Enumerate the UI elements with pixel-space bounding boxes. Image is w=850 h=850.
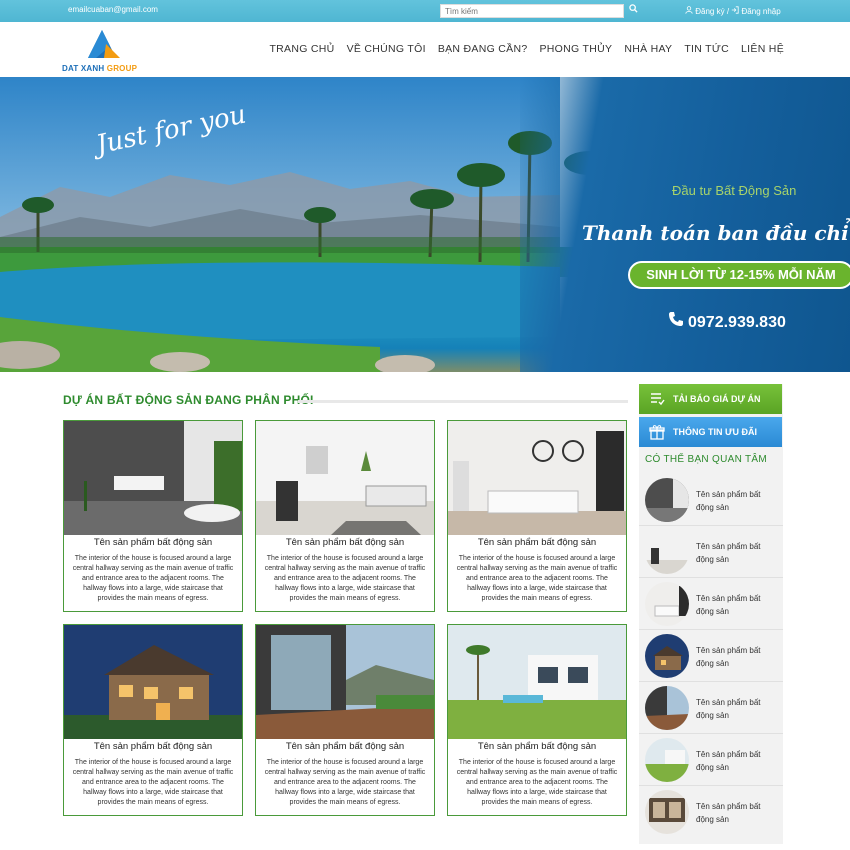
product-name[interactable]: Tên sản phẩm bất động sản bbox=[64, 741, 242, 752]
user-icon bbox=[685, 6, 693, 14]
login-icon bbox=[732, 6, 739, 14]
download-price-label: TẢI BÁO GIÁ DỰ ÁN bbox=[673, 394, 761, 404]
main-nav: TRANG CHỦ VỀ CHÚNG TÔI BẠN ĐANG CẦN? PHO… bbox=[257, 43, 784, 55]
banner-invest-text: Đầu tư Bất Động Sản bbox=[672, 183, 797, 198]
product-card[interactable]: Tên sản phẩm bất động sản The interior o… bbox=[255, 624, 435, 816]
sidebar-product-name: Tên sản phẩm bất động sản bbox=[696, 646, 761, 668]
product-name[interactable]: Tên sản phẩm bất động sản bbox=[64, 537, 242, 548]
sidebar-thumb bbox=[645, 478, 689, 522]
sidebar-product-item[interactable]: Tên sản phẩm bất động sản bbox=[639, 682, 783, 734]
download-price-button[interactable]: TẢI BÁO GIÁ DỰ ÁN bbox=[639, 384, 782, 414]
sidebar-product-name: Tên sản phẩm bất động sản bbox=[696, 802, 761, 824]
search-input[interactable] bbox=[440, 4, 624, 18]
logo-brand-main: DAT XANH bbox=[62, 64, 105, 73]
product-description: The interior of the house is focused aro… bbox=[264, 555, 426, 602]
product-name[interactable]: Tên sản phẩm bất động sản bbox=[448, 741, 626, 752]
list-icon bbox=[651, 393, 665, 406]
auth-separator: / bbox=[726, 7, 730, 16]
product-card[interactable]: Tên sản phẩm bất động sản The interior o… bbox=[63, 420, 243, 612]
offer-info-button[interactable]: THÔNG TIN ƯU ĐÃI bbox=[639, 417, 782, 447]
banner-profit-badge: SINH LỜI TỪ 12-15% MỖI NĂM bbox=[628, 261, 850, 289]
sidebar-product-item[interactable]: Tên sản phẩm bất động sản bbox=[639, 630, 783, 682]
logo-brand-sub: GROUP bbox=[104, 64, 138, 73]
logo[interactable]: DAT XANH GROUP bbox=[62, 28, 142, 74]
nav-news[interactable]: TIN TỨC bbox=[684, 43, 729, 55]
product-image bbox=[448, 625, 626, 739]
sidebar-product-name: Tên sản phẩm bất động sản bbox=[696, 750, 761, 772]
sidebar-product-item[interactable]: Tên sản phẩm bất động sản bbox=[639, 526, 783, 578]
sidebar-product-name: Tên sản phẩm bất động sản bbox=[696, 490, 761, 512]
product-image bbox=[256, 625, 434, 739]
sidebar-product-item[interactable]: Tên sản phẩm bất động sản bbox=[639, 578, 783, 630]
banner-phone[interactable]: 0972.939.830 bbox=[668, 311, 786, 332]
search-icon bbox=[628, 4, 638, 13]
logo-text: DAT XANH GROUP bbox=[62, 64, 137, 73]
product-image bbox=[64, 421, 242, 535]
sidebar-product-item[interactable]: Tên sản phẩm bất động sản bbox=[639, 474, 783, 526]
product-description: The interior of the house is focused aro… bbox=[264, 759, 426, 806]
login-link[interactable]: Đăng nhập bbox=[742, 7, 781, 16]
sidebar-title: CÓ THỂ BẠN QUAN TÂM bbox=[645, 454, 768, 465]
phone-icon bbox=[669, 312, 683, 326]
gift-icon bbox=[649, 425, 665, 440]
site-header: DAT XANH GROUP TRANG CHỦ VỀ CHÚNG TÔI BẠ… bbox=[0, 22, 850, 77]
product-description: The interior of the house is focused aro… bbox=[456, 759, 618, 806]
banner-payment-text: Thanh toán ban đầu chỉ 500 tr bbox=[582, 221, 850, 245]
logo-mark-icon bbox=[88, 30, 120, 58]
product-name[interactable]: Tên sản phẩm bất động sản bbox=[256, 537, 434, 548]
section-title: DỰ ÁN BẤT ĐỘNG SẢN ĐANG PHÂN PHỐI bbox=[63, 393, 314, 407]
sidebar-product-name: Tên sản phẩm bất động sản bbox=[696, 698, 761, 720]
sidebar-thumb bbox=[645, 530, 689, 574]
product-card[interactable]: Tên sản phẩm bất động sản The interior o… bbox=[255, 420, 435, 612]
sidebar-thumb bbox=[645, 582, 689, 626]
nav-home[interactable]: TRANG CHỦ bbox=[269, 43, 334, 55]
product-name[interactable]: Tên sản phẩm bất động sản bbox=[256, 741, 434, 752]
hero-banner[interactable]: Just for you Đầu tư Bất Động Sản Thanh t… bbox=[0, 77, 850, 372]
sidebar-thumb bbox=[645, 738, 689, 782]
contact-email[interactable]: emailcuaban@gmail.com bbox=[68, 5, 158, 14]
nav-fengshui[interactable]: PHONG THỦY bbox=[540, 43, 613, 55]
sidebar-product-name: Tên sản phẩm bất động sản bbox=[696, 542, 761, 564]
product-image bbox=[448, 421, 626, 535]
nav-houses[interactable]: NHÀ HAY bbox=[624, 43, 672, 55]
sidebar: TẢI BÁO GIÁ DỰ ÁN THÔNG TIN ƯU ĐÃI CÓ TH… bbox=[639, 384, 783, 844]
product-image bbox=[64, 625, 242, 739]
product-description: The interior of the house is focused aro… bbox=[72, 759, 234, 806]
product-description: The interior of the house is focused aro… bbox=[72, 555, 234, 602]
sidebar-product-name: Tên sản phẩm bất động sản bbox=[696, 594, 761, 616]
sidebar-thumb bbox=[645, 790, 689, 834]
sidebar-product-item[interactable]: Tên sản phẩm bất động sản bbox=[639, 786, 783, 838]
search-button[interactable] bbox=[626, 4, 640, 18]
nav-about[interactable]: VỀ CHÚNG TÔI bbox=[347, 43, 426, 55]
product-card[interactable]: Tên sản phẩm bất động sản The interior o… bbox=[447, 624, 627, 816]
top-bar: emailcuaban@gmail.com Đăng ký / Đăng nhậ… bbox=[0, 0, 850, 22]
offer-info-label: THÔNG TIN ƯU ĐÃI bbox=[673, 427, 757, 437]
product-card[interactable]: Tên sản phẩm bất động sản The interior o… bbox=[447, 420, 627, 612]
sidebar-product-item[interactable]: Tên sản phẩm bất động sản bbox=[639, 734, 783, 786]
banner-phone-number: 0972.939.830 bbox=[688, 314, 786, 331]
register-link[interactable]: Đăng ký bbox=[695, 7, 724, 16]
sidebar-thumb bbox=[645, 686, 689, 730]
product-image bbox=[256, 421, 434, 535]
sidebar-thumb bbox=[645, 634, 689, 678]
nav-contact[interactable]: LIÊN HỆ bbox=[741, 43, 784, 55]
product-description: The interior of the house is focused aro… bbox=[456, 555, 618, 602]
product-name[interactable]: Tên sản phẩm bất động sản bbox=[448, 537, 626, 548]
auth-links: Đăng ký / Đăng nhập bbox=[685, 6, 781, 16]
product-card[interactable]: Tên sản phẩm bất động sản The interior o… bbox=[63, 624, 243, 816]
section-divider bbox=[298, 400, 628, 403]
nav-needs[interactable]: BẠN ĐANG CẦN? bbox=[438, 43, 528, 55]
